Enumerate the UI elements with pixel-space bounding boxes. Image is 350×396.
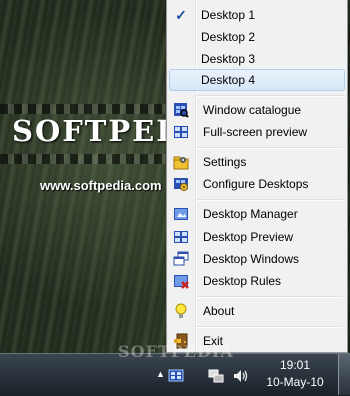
desktop-preview-icon [173, 229, 189, 245]
clock-date: 10-May-10 [266, 375, 324, 389]
menu-item-label: Desktop 2 [201, 30, 256, 44]
menu-separator [197, 147, 343, 149]
menu-item-label: Desktop 1 [201, 8, 256, 22]
menu-separator [197, 95, 343, 97]
network-icon[interactable] [208, 368, 224, 384]
volume-icon[interactable] [232, 368, 248, 384]
menu-item-desktop-preview[interactable]: Desktop Preview [169, 226, 345, 248]
window-catalogue-icon [173, 102, 189, 118]
menu-separator [197, 296, 343, 298]
menu-item-about[interactable]: About [169, 300, 345, 322]
fullscreen-preview-icon [173, 124, 189, 140]
desktop-windows-icon [173, 251, 189, 267]
taskbar-clock[interactable]: 19:01 10-May-10 [262, 357, 328, 391]
menu-item-label: Desktop 3 [201, 52, 256, 66]
menu-item-label: Desktop Preview [203, 230, 294, 244]
menu-item-label: Desktop 4 [201, 73, 256, 87]
menu-separator [197, 326, 343, 328]
settings-folder-icon [173, 154, 189, 170]
filmstrip-decoration-top [0, 104, 168, 114]
menu-item-settings[interactable]: Settings [169, 151, 345, 173]
menu-item-desktop-2[interactable]: Desktop 2 [169, 26, 345, 48]
menu-separator [197, 199, 343, 201]
menu-item-label: Desktop Rules [203, 274, 282, 288]
lightbulb-icon [173, 303, 189, 319]
clock-time: 19:01 [279, 358, 311, 372]
menu-item-label: Full-screen preview [203, 125, 308, 139]
show-hidden-icons-button[interactable]: ▲ [156, 369, 165, 379]
menu-item-desktop-1[interactable]: ✓ Desktop 1 [169, 4, 345, 26]
menu-item-label: Window catalogue [203, 103, 302, 117]
menu-item-fullscreen-preview[interactable]: Full-screen preview [169, 121, 345, 143]
configure-desktops-icon [173, 176, 189, 192]
watermark-url: www.softpedia.com [40, 178, 162, 193]
menu-item-label: Settings [203, 155, 247, 169]
desktops-tray-icon[interactable] [168, 368, 184, 384]
menu-item-configure-desktops[interactable]: Configure Desktops [169, 173, 345, 195]
show-desktop-button[interactable] [338, 354, 350, 395]
menu-item-label: Configure Desktops [203, 177, 309, 191]
menu-item-window-catalogue[interactable]: Window catalogue [169, 99, 345, 121]
desktop-rules-icon [173, 273, 189, 289]
menu-item-desktop-3[interactable]: Desktop 3 [169, 48, 345, 70]
menu-item-label: About [203, 304, 235, 318]
taskbar-watermark: SOFTPEDIA [118, 342, 234, 361]
context-menu: ✓ Desktop 1 Desktop 2 Desktop 3 Desktop … [166, 0, 348, 353]
filmstrip-decoration-bottom [0, 154, 168, 164]
menu-item-label: Desktop Windows [203, 252, 300, 266]
desktop-manager-icon [173, 206, 189, 222]
menu-item-desktop-windows[interactable]: Desktop Windows [169, 248, 345, 270]
menu-item-desktop-4[interactable]: Desktop 4 [169, 69, 345, 91]
menu-item-desktop-rules[interactable]: Desktop Rules [169, 270, 345, 292]
menu-item-label: Desktop Manager [203, 207, 298, 221]
checkmark-icon: ✓ [175, 7, 187, 23]
menu-item-desktop-manager[interactable]: Desktop Manager [169, 203, 345, 225]
